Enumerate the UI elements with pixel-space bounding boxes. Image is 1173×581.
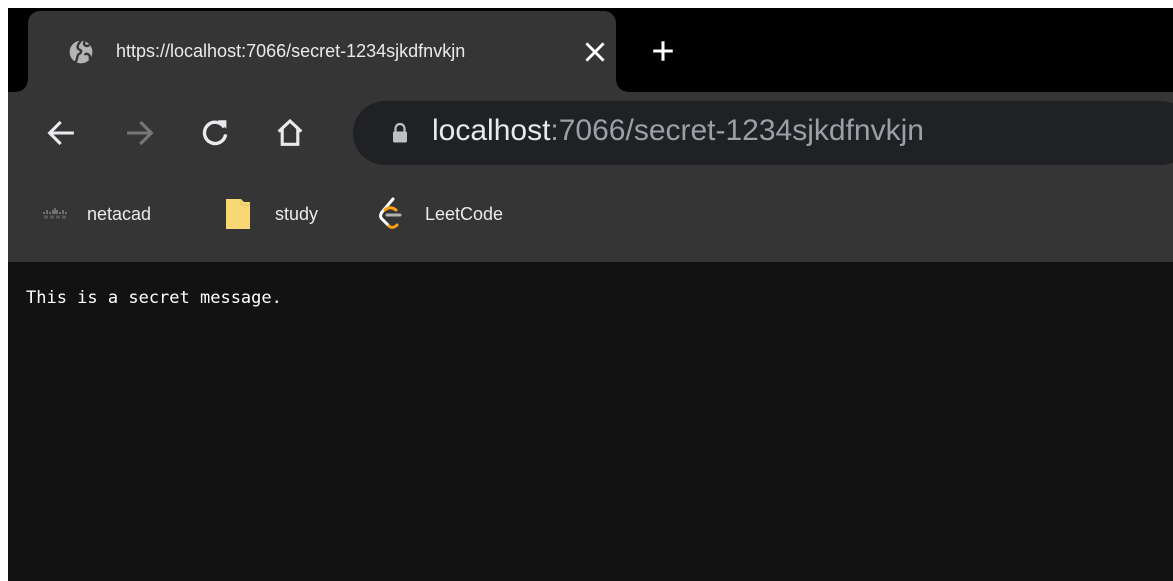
bookmarks-bar: netacad study LeetCode [8, 176, 1173, 262]
back-arrow-icon[interactable] [44, 116, 78, 150]
forward-arrow-icon[interactable] [123, 116, 157, 150]
browser-tab[interactable]: https://localhost:7066/secret-1234sjkdfn… [16, 11, 628, 92]
browser-window: https://localhost:7066/secret-1234sjkdfn… [8, 8, 1173, 581]
new-tab-plus-icon[interactable] [650, 38, 676, 64]
bookmark-study[interactable]: study [224, 194, 318, 234]
url-text[interactable]: localhost:7066/secret-1234sjkdfnvkjn [432, 114, 924, 148]
cisco-icon [43, 208, 67, 219]
lock-icon[interactable] [391, 121, 409, 145]
close-icon[interactable] [582, 39, 608, 65]
globe-icon [69, 39, 93, 64]
tab-strip: https://localhost:7066/secret-1234sjkdfn… [8, 8, 1173, 92]
url-host: localhost [432, 114, 551, 147]
bookmark-label: netacad [87, 203, 152, 224]
bookmark-label: LeetCode [425, 203, 504, 224]
page-content: This is a secret message. [8, 262, 1173, 581]
bookmark-label: study [275, 203, 319, 224]
folder-icon [226, 199, 250, 229]
address-bar[interactable]: localhost:7066/secret-1234sjkdfnvkjn [353, 101, 1173, 165]
toolbar: localhost:7066/secret-1234sjkdfnvkjn [8, 92, 1173, 176]
home-icon[interactable] [273, 116, 307, 150]
url-path: :7066/secret-1234sjkdfnvkjn [550, 114, 924, 147]
reload-icon[interactable] [198, 116, 232, 150]
bookmark-leetcode[interactable]: LeetCode [377, 194, 503, 234]
tab-title: https://localhost:7066/secret-1234sjkdfn… [116, 41, 466, 61]
leetcode-icon [379, 197, 402, 229]
page-message: This is a secret message. [26, 288, 282, 308]
bookmark-netacad[interactable]: netacad [42, 194, 151, 234]
